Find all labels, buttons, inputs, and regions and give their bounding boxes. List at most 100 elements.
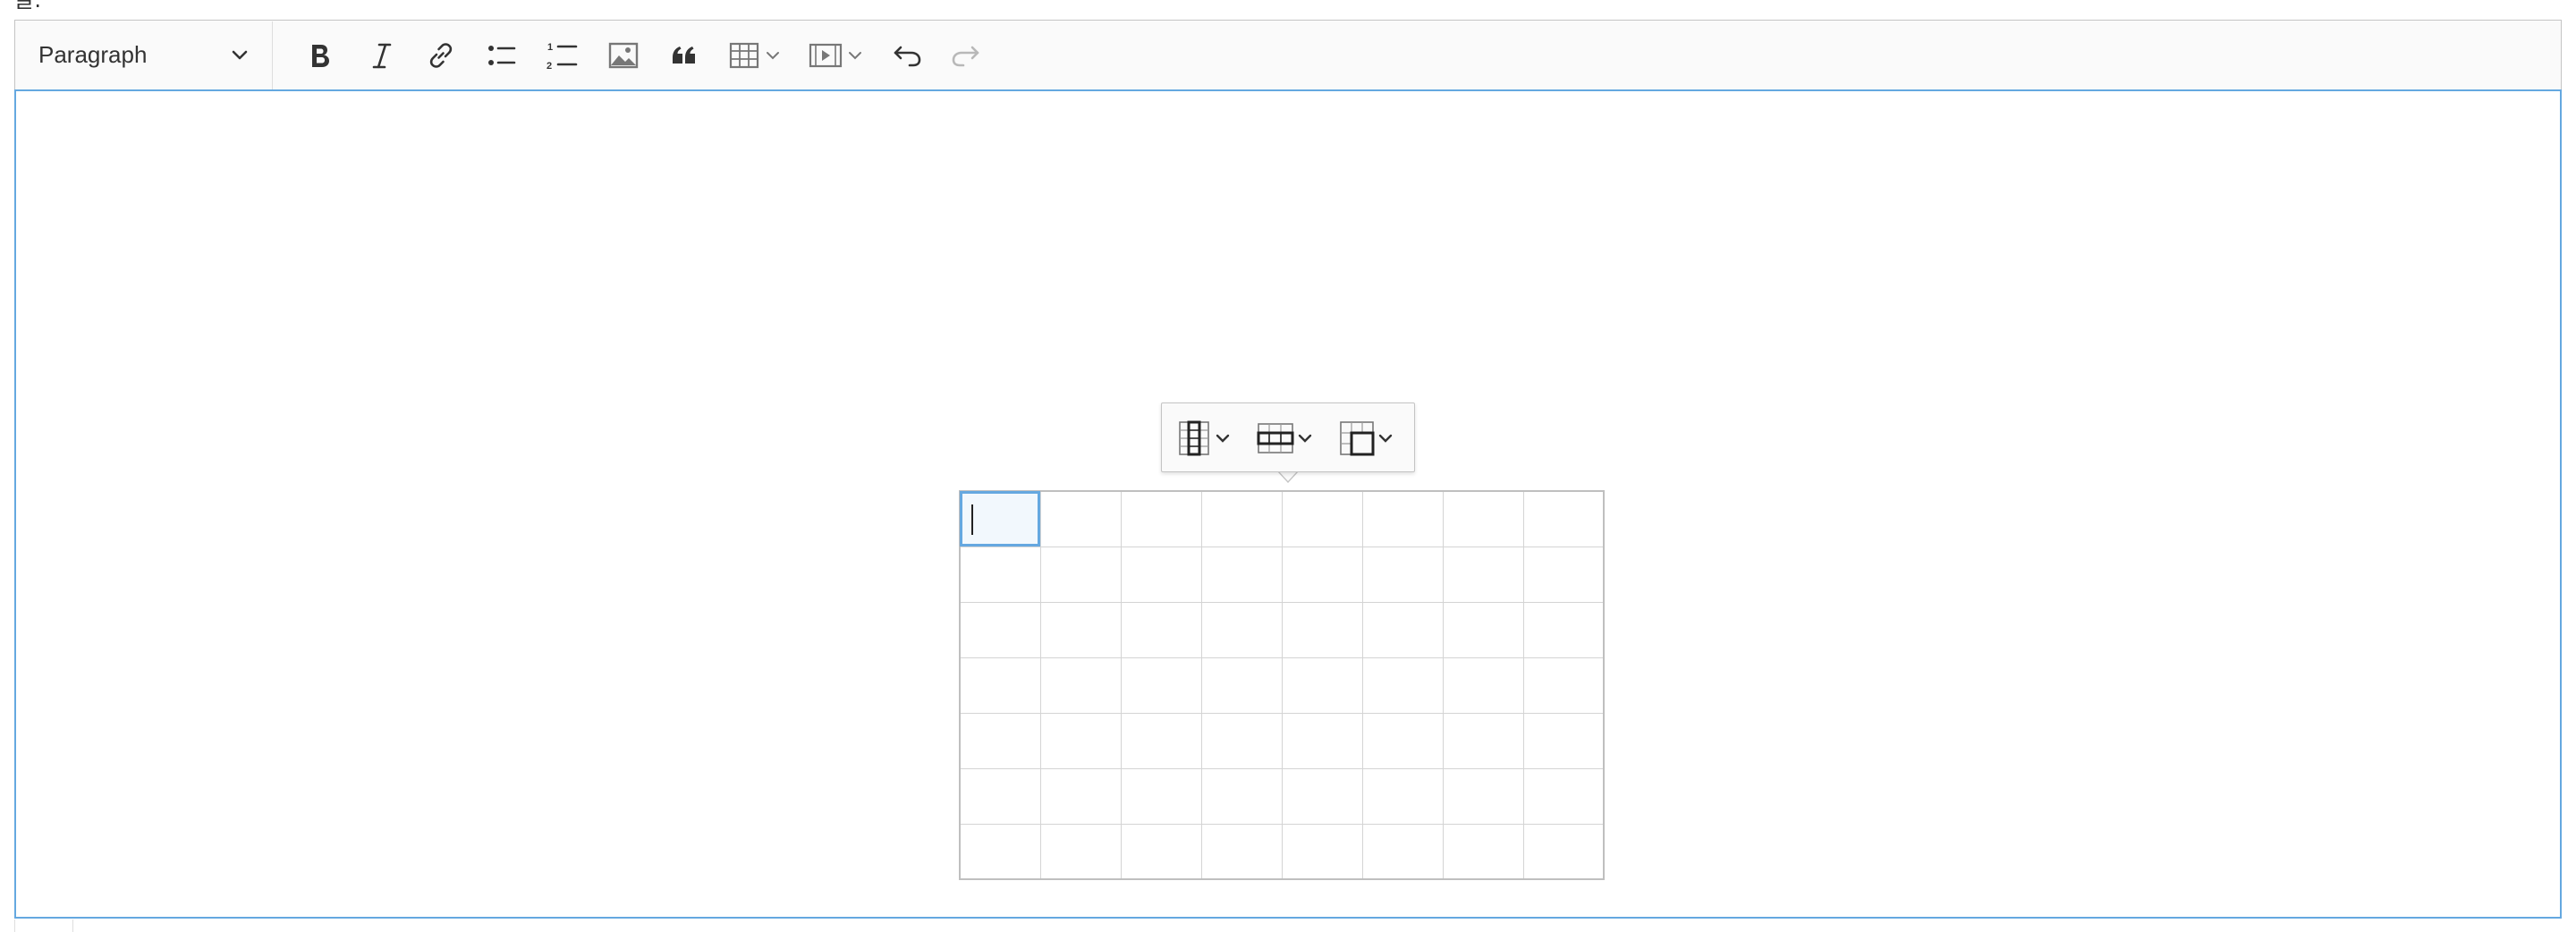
table-cell[interactable] bbox=[1442, 490, 1524, 547]
undo-icon bbox=[894, 46, 921, 67]
quote-icon bbox=[673, 47, 695, 64]
table-cell[interactable] bbox=[959, 712, 1041, 769]
table-cell[interactable] bbox=[1039, 823, 1122, 880]
table-cell[interactable] bbox=[1281, 490, 1363, 547]
table-cell[interactable] bbox=[1522, 657, 1605, 714]
table-row bbox=[959, 601, 1605, 658]
content-table bbox=[959, 490, 1605, 880]
table-cell[interactable] bbox=[1200, 601, 1283, 658]
table-row bbox=[959, 767, 1605, 825]
table-cell[interactable] bbox=[959, 823, 1041, 880]
table-contextual-toolbar bbox=[1161, 402, 1415, 472]
media-dropdown-chevron-icon bbox=[849, 52, 861, 60]
undo-button[interactable] bbox=[881, 31, 935, 80]
table-cell[interactable] bbox=[1361, 546, 1444, 603]
media-icon bbox=[809, 43, 843, 68]
image-icon bbox=[608, 42, 639, 69]
table-cell[interactable] bbox=[1281, 546, 1363, 603]
table-cell-selected[interactable] bbox=[959, 490, 1041, 547]
table-row bbox=[959, 546, 1605, 603]
table-cell[interactable] bbox=[1200, 546, 1283, 603]
table-cell[interactable] bbox=[1200, 657, 1283, 714]
table-cell[interactable] bbox=[1200, 823, 1283, 880]
numbered-list-button[interactable]: 1 2 bbox=[536, 31, 589, 80]
table-cell[interactable] bbox=[1120, 657, 1202, 714]
merge-cells-chevron-icon bbox=[1378, 434, 1393, 443]
table-cell[interactable] bbox=[1120, 712, 1202, 769]
table-column-button[interactable] bbox=[1178, 414, 1232, 462]
table-cell[interactable] bbox=[1522, 490, 1605, 547]
italic-button[interactable] bbox=[355, 31, 409, 80]
insert-image-button[interactable] bbox=[597, 31, 650, 80]
table-cell[interactable] bbox=[1120, 823, 1202, 880]
block-quote-button[interactable] bbox=[657, 31, 711, 80]
table-cell[interactable] bbox=[1522, 546, 1605, 603]
table-cell[interactable] bbox=[1522, 712, 1605, 769]
table-cell[interactable] bbox=[1281, 601, 1363, 658]
table-row-button[interactable] bbox=[1257, 414, 1314, 462]
table-row bbox=[959, 823, 1605, 880]
table-cell[interactable] bbox=[1442, 823, 1524, 880]
heading-dropdown-label: Paragraph bbox=[38, 41, 148, 68]
insert-media-button[interactable] bbox=[802, 31, 870, 80]
italic-icon bbox=[372, 43, 392, 69]
bold-button[interactable] bbox=[292, 31, 346, 80]
redo-icon bbox=[952, 46, 979, 67]
table-cell[interactable] bbox=[1522, 823, 1605, 880]
table-column-chevron-icon bbox=[1216, 434, 1230, 443]
text-caret bbox=[971, 504, 973, 535]
redo-button[interactable] bbox=[938, 31, 992, 80]
table-cell[interactable] bbox=[1522, 767, 1605, 825]
table-cell[interactable] bbox=[1200, 712, 1283, 769]
table-cell[interactable] bbox=[1200, 767, 1283, 825]
table-dropdown-chevron-icon bbox=[767, 52, 779, 60]
table-cell[interactable] bbox=[1120, 601, 1202, 658]
table-cell[interactable] bbox=[1442, 601, 1524, 658]
field-label: 글: bbox=[14, 0, 42, 13]
table-cell[interactable] bbox=[1039, 767, 1122, 825]
table-cell[interactable] bbox=[1039, 490, 1122, 547]
merge-cells-button[interactable] bbox=[1339, 414, 1394, 462]
merge-cells-icon bbox=[1340, 421, 1375, 456]
table-cell[interactable] bbox=[1442, 712, 1524, 769]
table-cell[interactable] bbox=[959, 546, 1041, 603]
table-cell[interactable] bbox=[1039, 657, 1122, 714]
table-cell[interactable] bbox=[1361, 657, 1444, 714]
table-cell[interactable] bbox=[959, 767, 1041, 825]
svg-text:1: 1 bbox=[547, 42, 553, 53]
table-row-icon bbox=[1257, 423, 1294, 453]
table-cell[interactable] bbox=[1039, 712, 1122, 769]
table-cell[interactable] bbox=[959, 657, 1041, 714]
table-cell[interactable] bbox=[1120, 767, 1202, 825]
table-row bbox=[959, 657, 1605, 714]
link-button[interactable] bbox=[414, 31, 468, 80]
table-cell[interactable] bbox=[1120, 490, 1202, 547]
table-cell[interactable] bbox=[1361, 601, 1444, 658]
bulleted-list-button[interactable] bbox=[475, 31, 529, 80]
table-cell[interactable] bbox=[1120, 546, 1202, 603]
table-cell[interactable] bbox=[1361, 767, 1444, 825]
table-cell[interactable] bbox=[1442, 767, 1524, 825]
svg-text:2: 2 bbox=[547, 61, 552, 72]
table-cell[interactable] bbox=[1039, 601, 1122, 658]
bulleted-list-icon bbox=[488, 46, 516, 65]
table-cell[interactable] bbox=[1281, 823, 1363, 880]
insert-table-button[interactable] bbox=[722, 31, 788, 80]
table-cell[interactable] bbox=[1281, 712, 1363, 769]
table-cell[interactable] bbox=[1200, 490, 1283, 547]
table-row bbox=[959, 490, 1605, 547]
table-row bbox=[959, 712, 1605, 769]
table-cell[interactable] bbox=[1361, 823, 1444, 880]
numbered-list-icon: 1 2 bbox=[547, 42, 578, 72]
table-cell[interactable] bbox=[1442, 546, 1524, 603]
table-cell[interactable] bbox=[959, 601, 1041, 658]
table-cell[interactable] bbox=[1361, 490, 1444, 547]
table-cell[interactable] bbox=[1039, 546, 1122, 603]
table-cell[interactable] bbox=[1281, 657, 1363, 714]
table-cell[interactable] bbox=[1361, 712, 1444, 769]
heading-dropdown[interactable]: Paragraph bbox=[15, 21, 273, 89]
table-cell[interactable] bbox=[1442, 657, 1524, 714]
link-icon bbox=[429, 43, 453, 68]
table-cell[interactable] bbox=[1281, 767, 1363, 825]
table-cell[interactable] bbox=[1522, 601, 1605, 658]
